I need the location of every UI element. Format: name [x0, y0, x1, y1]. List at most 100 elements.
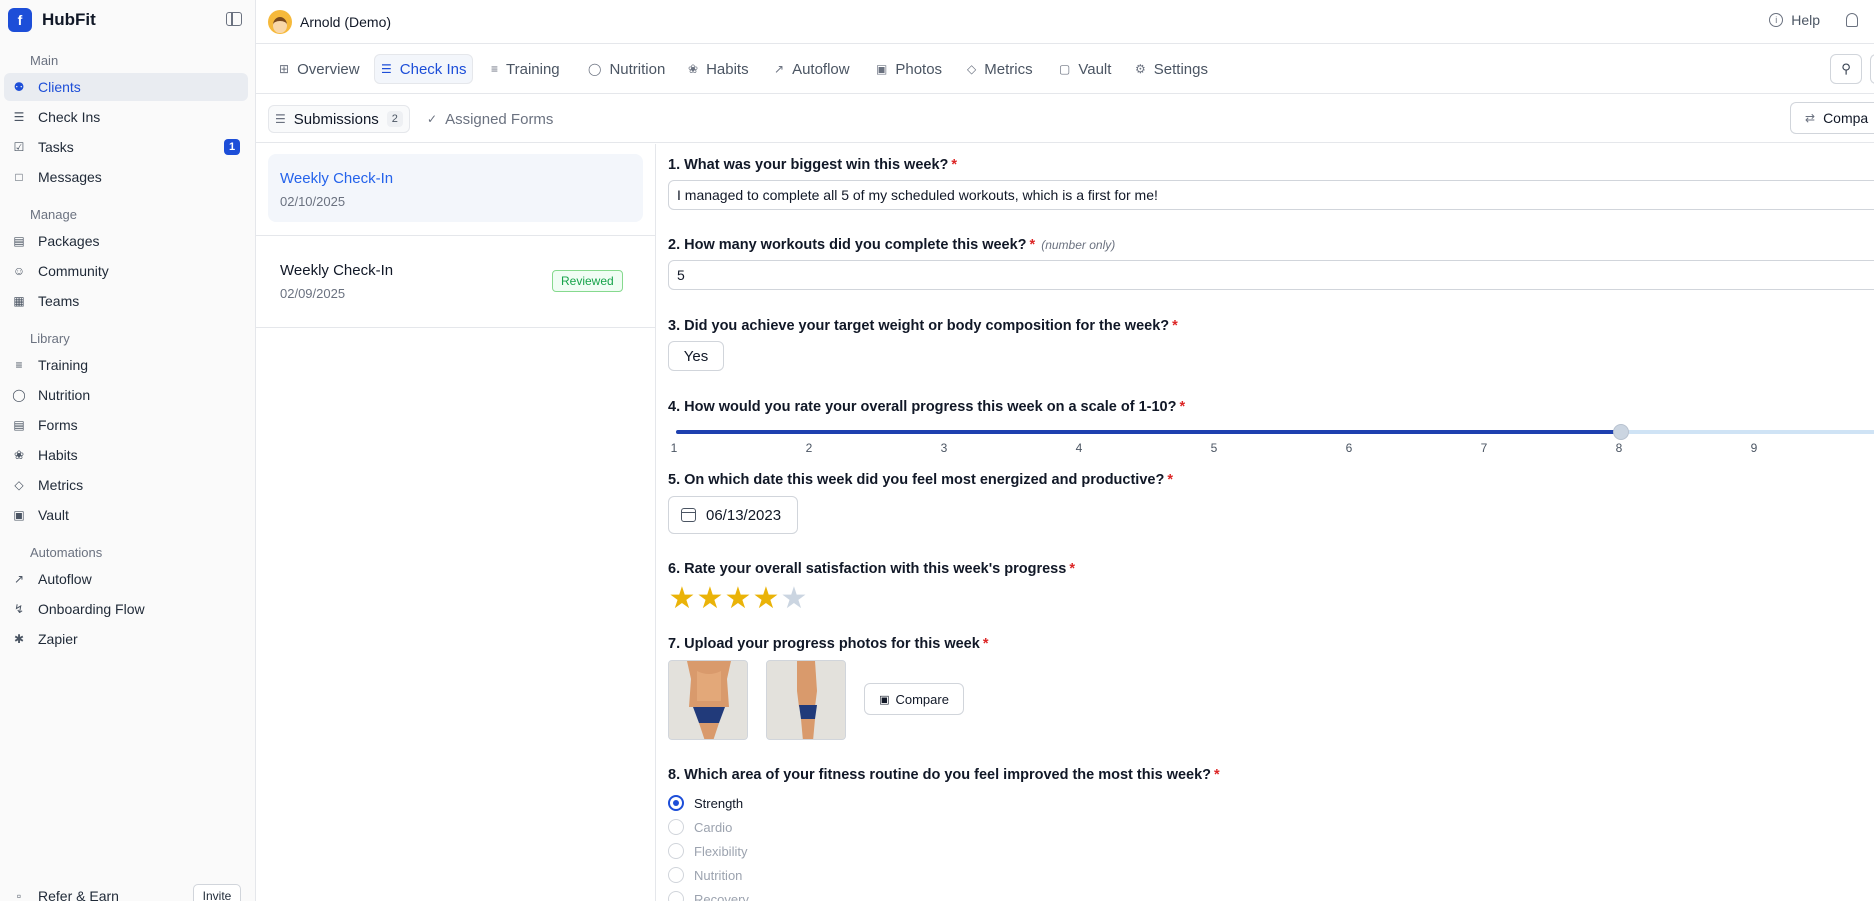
- star-rating[interactable]: ★ ★ ★ ★ ★: [668, 584, 808, 614]
- sidebar-toggle-icon[interactable]: [226, 12, 242, 26]
- required-mark: *: [1179, 399, 1186, 415]
- sidebar-item-label: Nutrition: [38, 387, 91, 403]
- slider-tick-label: 7: [1480, 441, 1488, 455]
- tab-vault[interactable]: ▢ Vault: [1052, 54, 1118, 84]
- star-icon[interactable]: ★: [780, 584, 808, 614]
- checklist-icon: ☰: [13, 110, 25, 124]
- client-avatar[interactable]: [268, 9, 292, 34]
- sidebar-item-habits[interactable]: ❀ Habits: [4, 441, 248, 469]
- question-text: 5. On which date this week did you feel …: [668, 472, 1165, 488]
- slider-handle[interactable]: [1613, 424, 1629, 440]
- radio-option[interactable]: Recovery: [668, 891, 749, 901]
- sidebar-item-onboarding-flow[interactable]: ↯ Onboarding Flow: [4, 595, 248, 623]
- star-icon[interactable]: ★: [668, 584, 696, 614]
- question-text: 8. Which area of your fitness routine do…: [668, 767, 1212, 783]
- sidebar-item-check-ins[interactable]: ☰ Check Ins: [4, 103, 248, 131]
- compare-submissions-button[interactable]: ⇄ Compa: [1790, 102, 1874, 134]
- sidebar-item-label: Habits: [38, 447, 78, 463]
- tab-photos[interactable]: ▣ Photos: [869, 54, 949, 84]
- answer-2-field[interactable]: 5: [668, 260, 1874, 290]
- radio-option[interactable]: Flexibility: [668, 843, 747, 859]
- tab-check-ins[interactable]: ☰ Check Ins: [374, 54, 474, 84]
- sidebar-item-autoflow[interactable]: ↗ Autoflow: [4, 565, 248, 593]
- submission-item[interactable]: Weekly Check-In 02/10/2025: [256, 144, 655, 236]
- star-icon[interactable]: ★: [752, 584, 780, 614]
- radio-button[interactable]: [668, 843, 684, 859]
- flow-icon: ↗: [774, 62, 785, 76]
- question-text: 6. Rate your overall satisfaction with t…: [668, 561, 1067, 577]
- tab-nutrition[interactable]: ◯ Nutrition: [581, 54, 672, 84]
- star-icon[interactable]: ★: [724, 584, 752, 614]
- radio-button[interactable]: [668, 867, 684, 883]
- sidebar-item-nutrition[interactable]: ◯ Nutrition: [4, 381, 248, 409]
- help-label: Help: [1791, 12, 1820, 28]
- compare-label: Compare: [895, 691, 949, 707]
- submission-list: Weekly Check-In 02/10/2025 Weekly Check-…: [256, 144, 656, 901]
- sidebar-item-packages[interactable]: ▤ Packages: [4, 227, 248, 255]
- tab-label: Overview: [297, 60, 360, 78]
- question-text: 1. What was your biggest win this week?: [668, 157, 949, 173]
- radio-button[interactable]: [668, 795, 684, 811]
- progress-slider[interactable]: [676, 424, 1874, 440]
- question-text: 4. How would you rate your overall progr…: [668, 399, 1177, 415]
- sidebar-item-training[interactable]: ≡ Training: [4, 351, 248, 379]
- users-icon: ⚉: [13, 80, 25, 94]
- sidebar-item-label: Tasks: [38, 139, 74, 155]
- image-icon: ▣: [876, 62, 888, 76]
- date-picker-button[interactable]: 06/13/2023: [668, 496, 798, 534]
- sidebar-item-tasks[interactable]: ☑ Tasks 1: [4, 133, 248, 161]
- compare-photos-button[interactable]: ▣ Compare: [864, 683, 964, 715]
- radio-button[interactable]: [668, 819, 684, 835]
- brand[interactable]: f HubFit: [0, 0, 255, 40]
- client-name[interactable]: Arnold (Demo): [300, 14, 391, 30]
- sidebar-item-community[interactable]: ☺ Community: [4, 257, 248, 285]
- progress-photo-side[interactable]: [766, 660, 846, 740]
- radio-label: Nutrition: [694, 867, 743, 883]
- radio-option[interactable]: Nutrition: [668, 867, 742, 883]
- tab-metrics[interactable]: ◇ Metrics: [960, 54, 1040, 84]
- sidebar: f HubFit Main ⚉ Clients ☰ Check Ins ☑ Ta…: [0, 0, 256, 901]
- invite-button[interactable]: Invite: [193, 884, 241, 901]
- tab-habits[interactable]: ❀ Habits: [681, 54, 756, 84]
- submission-title: Weekly Check-In: [280, 262, 394, 279]
- tab-autoflow[interactable]: ↗ Autoflow: [767, 54, 857, 84]
- answer-1-field[interactable]: I managed to complete all 5 of my schedu…: [668, 180, 1874, 210]
- radio-button[interactable]: [668, 891, 684, 901]
- avatar-face-icon: [273, 16, 287, 33]
- sidebar-item-clients[interactable]: ⚉ Clients: [4, 73, 248, 101]
- vault-icon: ▢: [1059, 62, 1071, 76]
- more-button[interactable]: [1870, 54, 1874, 84]
- sidebar-item-vault[interactable]: ▣ Vault: [4, 501, 248, 529]
- help-link[interactable]: i Help: [1769, 12, 1820, 28]
- sidebar-item-messages[interactable]: □ Messages: [4, 163, 248, 191]
- tab-settings[interactable]: ⚙ Settings: [1128, 54, 1215, 84]
- search-button[interactable]: ⚲: [1830, 54, 1862, 84]
- sidebar-item-teams[interactable]: ▦ Teams: [4, 287, 248, 315]
- flow-icon: ↗: [13, 572, 25, 586]
- answer-3-yes-button[interactable]: Yes: [668, 341, 724, 371]
- ruler-icon: ◇: [967, 62, 977, 76]
- sidebar-item-metrics[interactable]: ◇ Metrics: [4, 471, 248, 499]
- tab-training[interactable]: ≡ Training: [484, 54, 567, 84]
- sidebar-item-zapier[interactable]: ✱ Zapier: [4, 625, 248, 653]
- ruler-icon: ◇: [14, 478, 24, 492]
- compare-label: Compa: [1823, 110, 1869, 126]
- radio-option[interactable]: Strength: [668, 795, 743, 811]
- progress-photo-front[interactable]: [668, 660, 748, 740]
- info-icon: i: [1769, 13, 1784, 27]
- subtab-submissions[interactable]: ☰ Submissions 2: [268, 105, 410, 133]
- sidebar-item-forms[interactable]: ▤ Forms: [4, 411, 248, 439]
- subtab-assigned-forms[interactable]: ✓ Assigned Forms: [420, 105, 560, 133]
- client-tabs: ⊞ Overview ☰ Check Ins ≡ Training ◯ Nutritio…: [256, 45, 1874, 94]
- tab-label: Nutrition: [609, 60, 666, 78]
- tab-label: Metrics: [984, 60, 1033, 78]
- slider-tick-label: 1: [670, 441, 678, 455]
- bell-icon[interactable]: [1846, 13, 1858, 27]
- question-5-label: 5. On which date this week did you feel …: [668, 472, 1173, 488]
- star-icon[interactable]: ★: [696, 584, 724, 614]
- slider-tick-label: 6: [1345, 441, 1353, 455]
- tasks-count-badge: 1: [224, 139, 240, 155]
- tab-overview[interactable]: ⊞ Overview: [272, 54, 367, 84]
- radio-option[interactable]: Cardio: [668, 819, 732, 835]
- question-2-label: 2. How many workouts did you complete th…: [668, 237, 1115, 253]
